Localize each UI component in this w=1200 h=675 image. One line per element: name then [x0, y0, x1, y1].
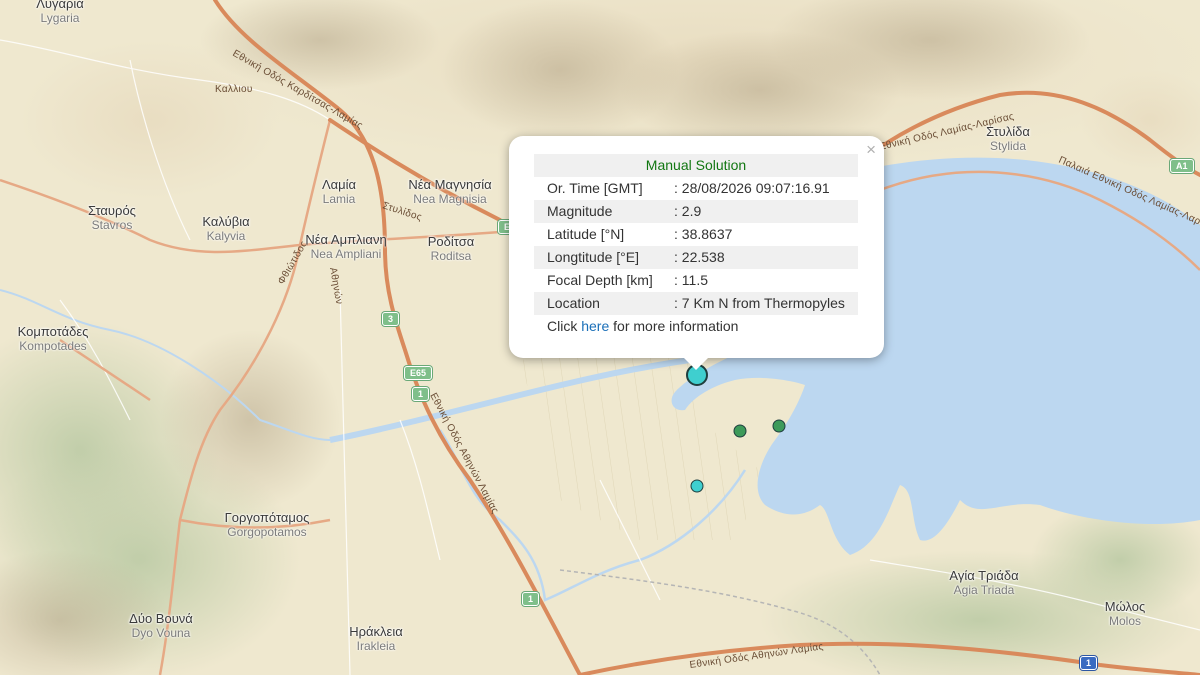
earthquake-marker[interactable]: [690, 479, 704, 493]
detail-row-origin-time: Or. Time [GMT]: 28/08/2026 09:07:16.91: [547, 180, 830, 196]
more-information-link[interactable]: here: [581, 318, 609, 334]
earthquake-details-table: Manual Solution Or. Time [GMT]: 28/08/20…: [534, 154, 858, 338]
more-info-suffix: for more information: [609, 318, 739, 334]
detail-row-latitude: Latitude [°N]: 38.8637: [547, 226, 733, 242]
earthquake-marker[interactable]: [772, 419, 786, 433]
route-shield-1-south: 1: [522, 592, 540, 606]
detail-row-focal-depth: Focal Depth [km]: 11.5: [547, 272, 708, 288]
route-shield-1-north: 1: [412, 387, 430, 401]
route-shield-3: 3: [382, 312, 400, 326]
detail-row-longitude: Longtitude [°E]: 22.538: [534, 246, 858, 269]
route-shield-a1: A1: [1170, 159, 1194, 173]
route-shield-1-molos: 1: [1080, 656, 1098, 670]
more-information-row: Click here for more information: [534, 315, 858, 338]
route-shield-e65: E65: [404, 366, 433, 380]
earthquake-marker[interactable]: [733, 424, 747, 438]
detail-row-magnitude: Magnitude: 2.9: [534, 200, 858, 223]
earthquake-info-popup: × Manual Solution Or. Time [GMT]: 28/08/…: [509, 136, 884, 370]
road-label-kallios: Καλλιου: [215, 84, 253, 95]
close-icon[interactable]: ×: [866, 140, 876, 160]
more-info-prefix: Click: [547, 318, 582, 334]
detail-row-location: Location: 7 Km N from Thermopyles: [534, 292, 858, 315]
popup-title: Manual Solution: [534, 154, 858, 177]
